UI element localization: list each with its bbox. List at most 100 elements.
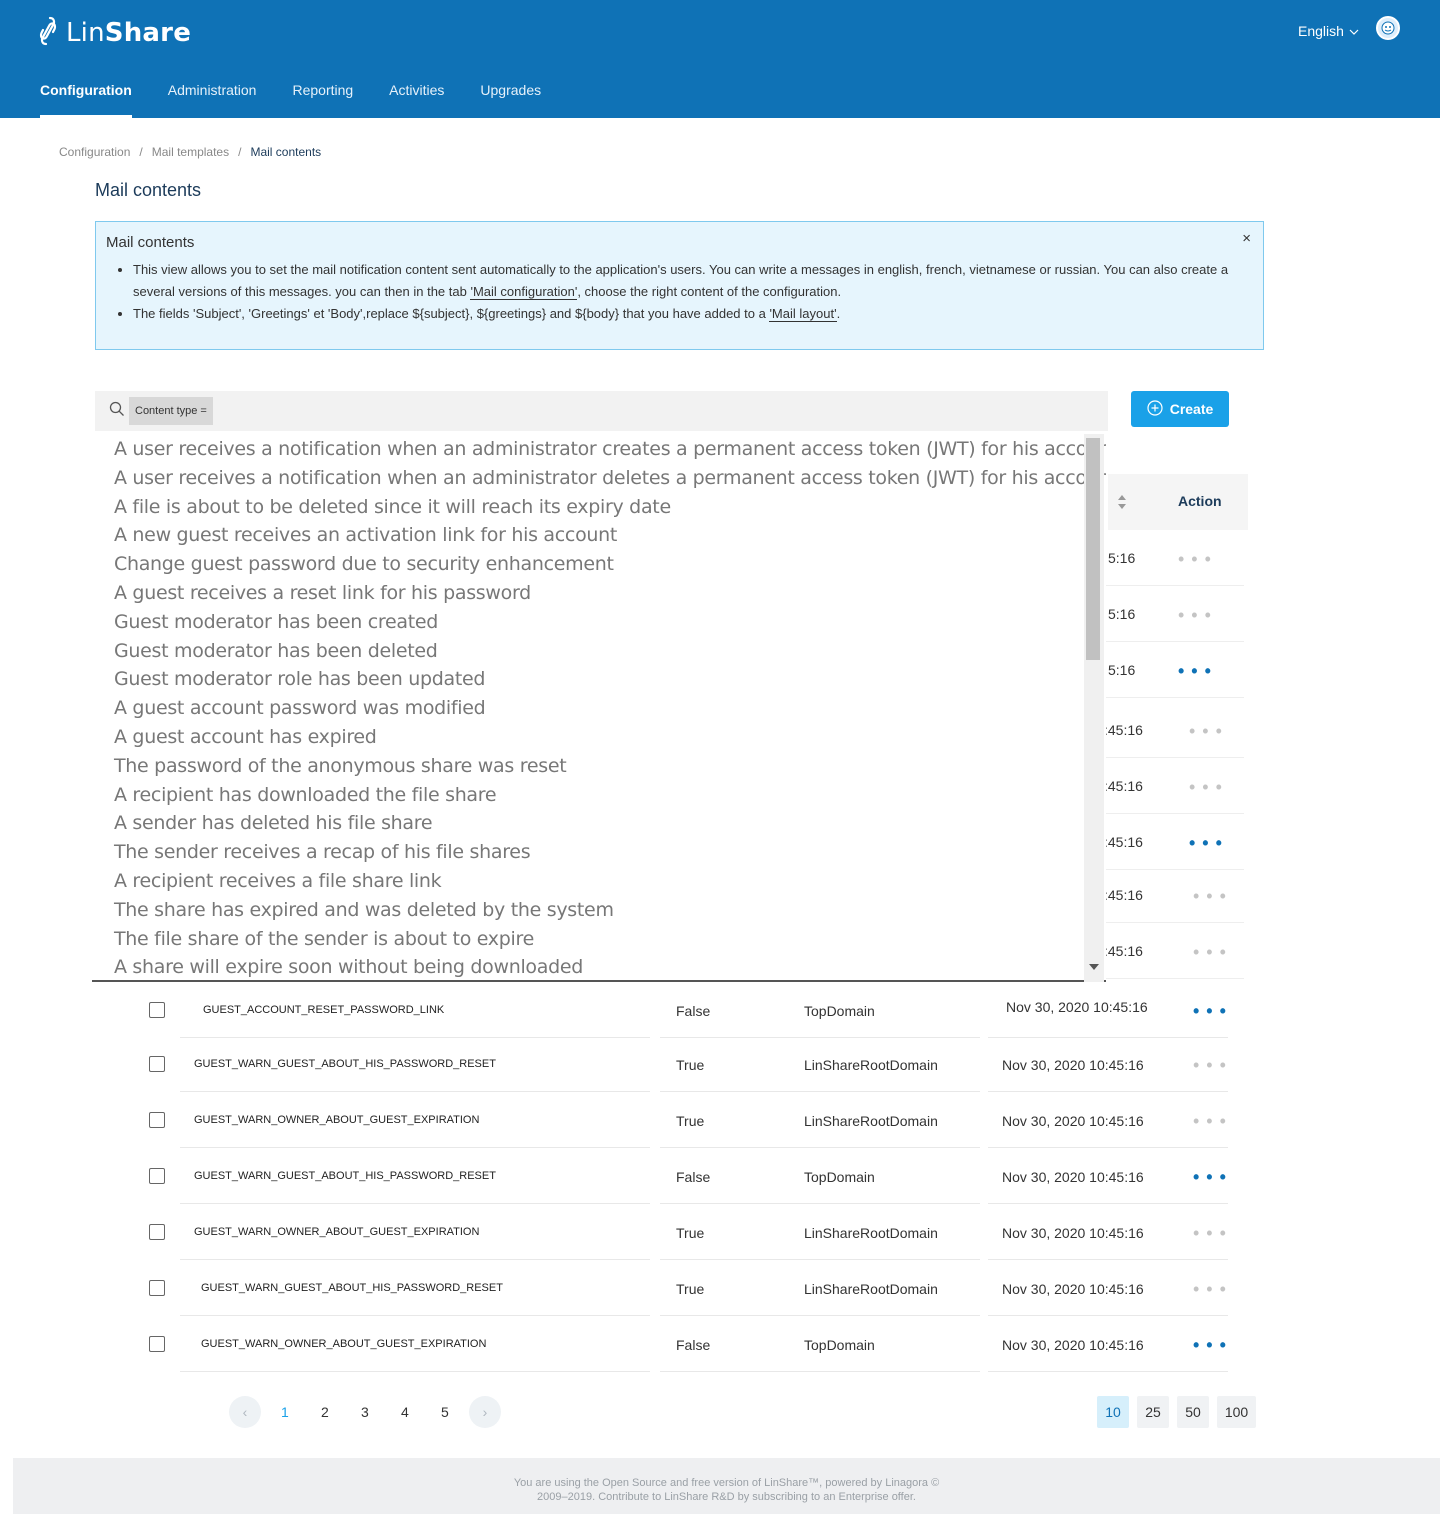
row-divider [180, 1371, 650, 1372]
dropdown-option[interactable]: The share has expired and was deleted by… [92, 896, 1106, 925]
row-actions-icon[interactable]: • • • [1193, 887, 1227, 905]
dropdown-option[interactable]: A share will expire soon without being d… [92, 953, 1106, 980]
dropdown-option[interactable]: A sender has deleted his file share [92, 809, 1106, 838]
page-number-button[interactable]: 3 [361, 1404, 369, 1420]
row-checkbox[interactable] [149, 1056, 165, 1072]
nav-reporting[interactable]: Reporting [292, 82, 353, 118]
breadcrumb-mail-templates[interactable]: Mail templates [152, 145, 229, 159]
nav-configuration[interactable]: Configuration [40, 82, 132, 118]
page-number-button[interactable]: 4 [401, 1404, 409, 1420]
row-actions-icon[interactable]: • • • [1189, 834, 1223, 852]
linshare-logo[interactable]: LinShare [38, 16, 191, 50]
sort-icon[interactable] [1117, 494, 1127, 510]
row-checkbox[interactable] [149, 1336, 165, 1352]
mail-content-name[interactable]: GUEST_ACCOUNT_RESET_PASSWORD_LINK [203, 1004, 444, 1016]
row-actions-icon[interactable]: • • • [1193, 1056, 1227, 1074]
domain-value: LinShareRootDomain [804, 1225, 938, 1241]
dropdown-option[interactable]: A new guest receives an activation link … [92, 521, 1106, 550]
domain-value: LinShareRootDomain [804, 1113, 938, 1129]
plus-circle-icon [1147, 399, 1163, 419]
nav-activities[interactable]: Activities [389, 82, 444, 118]
dropdown-option[interactable]: A user receives a notification when an a… [92, 464, 1106, 493]
dropdown-option[interactable]: The file share of the sender is about to… [92, 925, 1106, 954]
user-avatar-icon[interactable] [1376, 16, 1400, 40]
scroll-down-icon[interactable] [1089, 964, 1099, 970]
modification-date: Nov 30, 2020 10:45:16 [1002, 1169, 1144, 1185]
page-size-button[interactable]: 100 [1217, 1396, 1256, 1428]
page-number-button[interactable]: 5 [441, 1404, 449, 1420]
content-type-dropdown[interactable]: A user receives a notification when an a… [92, 434, 1106, 982]
info-title: Mail contents [106, 234, 195, 251]
mail-content-name[interactable]: GUEST_WARN_GUEST_ABOUT_HIS_PASSWORD_RESE… [194, 1170, 496, 1182]
modification-date: Nov 30, 2020 10:45:16 [1002, 1337, 1144, 1353]
dropdown-option[interactable]: The password of the anonymous share was … [92, 752, 1106, 781]
row-actions-icon[interactable]: • • • [1193, 1224, 1227, 1242]
row-checkbox[interactable] [149, 1280, 165, 1296]
dropdown-option[interactable]: A guest receives a reset link for his pa… [92, 579, 1106, 608]
prev-page-button[interactable]: ‹ [229, 1396, 261, 1428]
info-panel: Mail contents × This view allows you to … [95, 221, 1264, 350]
page-size-button[interactable]: 50 [1177, 1396, 1209, 1428]
mail-content-name[interactable]: GUEST_WARN_OWNER_ABOUT_GUEST_EXPIRATION [194, 1226, 479, 1238]
row-actions-icon[interactable]: • • • [1178, 550, 1212, 568]
dropdown-option[interactable]: A user receives a notification when an a… [92, 435, 1106, 464]
dropdown-option[interactable]: Guest moderator has been created [92, 608, 1106, 637]
dropdown-option[interactable]: Guest moderator role has been updated [92, 665, 1106, 694]
table-row: GUEST_WARN_OWNER_ABOUT_GUEST_EXPIRATION T… [130, 1204, 1230, 1260]
footer: You are using the Open Source and free v… [13, 1458, 1440, 1514]
create-button[interactable]: Create [1131, 391, 1229, 427]
mail-content-name[interactable]: GUEST_WARN_OWNER_ABOUT_GUEST_EXPIRATION [194, 1114, 479, 1126]
content-type-filter-chip[interactable]: Content type = [129, 397, 213, 425]
row-checkbox[interactable] [149, 1224, 165, 1240]
dropdown-option[interactable]: A guest account has expired [92, 723, 1106, 752]
row-divider [660, 1371, 980, 1372]
mail-content-name[interactable]: GUEST_WARN_OWNER_ABOUT_GUEST_EXPIRATION [201, 1338, 486, 1350]
row-checkbox[interactable] [149, 1168, 165, 1184]
breadcrumb-configuration[interactable]: Configuration [59, 145, 130, 159]
dropdown-scrollbar-thumb[interactable] [1086, 438, 1100, 660]
domain-value: LinShareRootDomain [804, 1281, 938, 1297]
page-size-button[interactable]: 25 [1137, 1396, 1169, 1428]
dropdown-option[interactable]: A recipient has downloaded the file shar… [92, 781, 1106, 810]
domain-value: TopDomain [804, 1003, 875, 1019]
row-actions-icon[interactable]: • • • [1193, 1112, 1227, 1130]
dropdown-option[interactable]: A file is about to be deleted since it w… [92, 493, 1106, 522]
readonly-value: True [676, 1225, 705, 1241]
row-actions-icon[interactable]: • • • [1189, 778, 1223, 796]
modification-date: :45:16 [1104, 834, 1143, 850]
row-actions-icon[interactable]: • • • [1193, 1168, 1227, 1186]
row-actions-icon[interactable]: • • • [1193, 1002, 1227, 1020]
page-title: Mail contents [95, 180, 202, 200]
modification-date: Nov 30, 2020 10:45:16 [1006, 999, 1148, 1015]
language-selector[interactable]: English [1298, 23, 1359, 39]
row-actions-icon[interactable]: • • • [1178, 662, 1212, 680]
mail-content-name[interactable]: GUEST_WARN_GUEST_ABOUT_HIS_PASSWORD_RESE… [194, 1058, 496, 1070]
dropdown-option[interactable]: A recipient receives a file share link [92, 867, 1106, 896]
readonly-value: False [676, 1003, 711, 1019]
page-number-button[interactable]: 1 [281, 1404, 289, 1420]
nav-upgrades[interactable]: Upgrades [480, 82, 541, 118]
nav-administration[interactable]: Administration [168, 82, 257, 118]
row-actions-icon[interactable]: • • • [1193, 943, 1227, 961]
row-checkbox[interactable] [149, 1112, 165, 1128]
dropdown-option[interactable]: Guest moderator has been deleted [92, 637, 1106, 666]
search-bar[interactable]: Content type = [95, 391, 1108, 431]
page-number-button[interactable]: 2 [321, 1404, 329, 1420]
next-page-button[interactable]: › [469, 1396, 501, 1428]
dropdown-option[interactable]: The sender receives a recap of his file … [92, 838, 1106, 867]
row-actions-icon[interactable]: • • • [1189, 722, 1223, 740]
dropdown-option[interactable]: Change guest password due to security en… [92, 550, 1106, 579]
row-actions-icon[interactable]: • • • [1193, 1280, 1227, 1298]
readonly-value: False [676, 1169, 711, 1185]
dropdown-option[interactable]: A guest account password was modified [92, 694, 1106, 723]
row-actions-icon[interactable]: • • • [1193, 1336, 1227, 1354]
page-size-button[interactable]: 10 [1097, 1396, 1129, 1428]
breadcrumb-separator: / [238, 145, 242, 159]
mail-layout-link[interactable]: 'Mail layout' [769, 306, 837, 322]
row-checkbox[interactable] [149, 1002, 165, 1018]
mail-content-name[interactable]: GUEST_WARN_GUEST_ABOUT_HIS_PASSWORD_RESE… [201, 1282, 503, 1294]
create-label: Create [1169, 401, 1214, 417]
mail-configuration-link[interactable]: 'Mail configuration' [470, 284, 578, 300]
row-actions-icon[interactable]: • • • [1178, 606, 1212, 624]
close-icon[interactable]: × [1242, 230, 1251, 247]
